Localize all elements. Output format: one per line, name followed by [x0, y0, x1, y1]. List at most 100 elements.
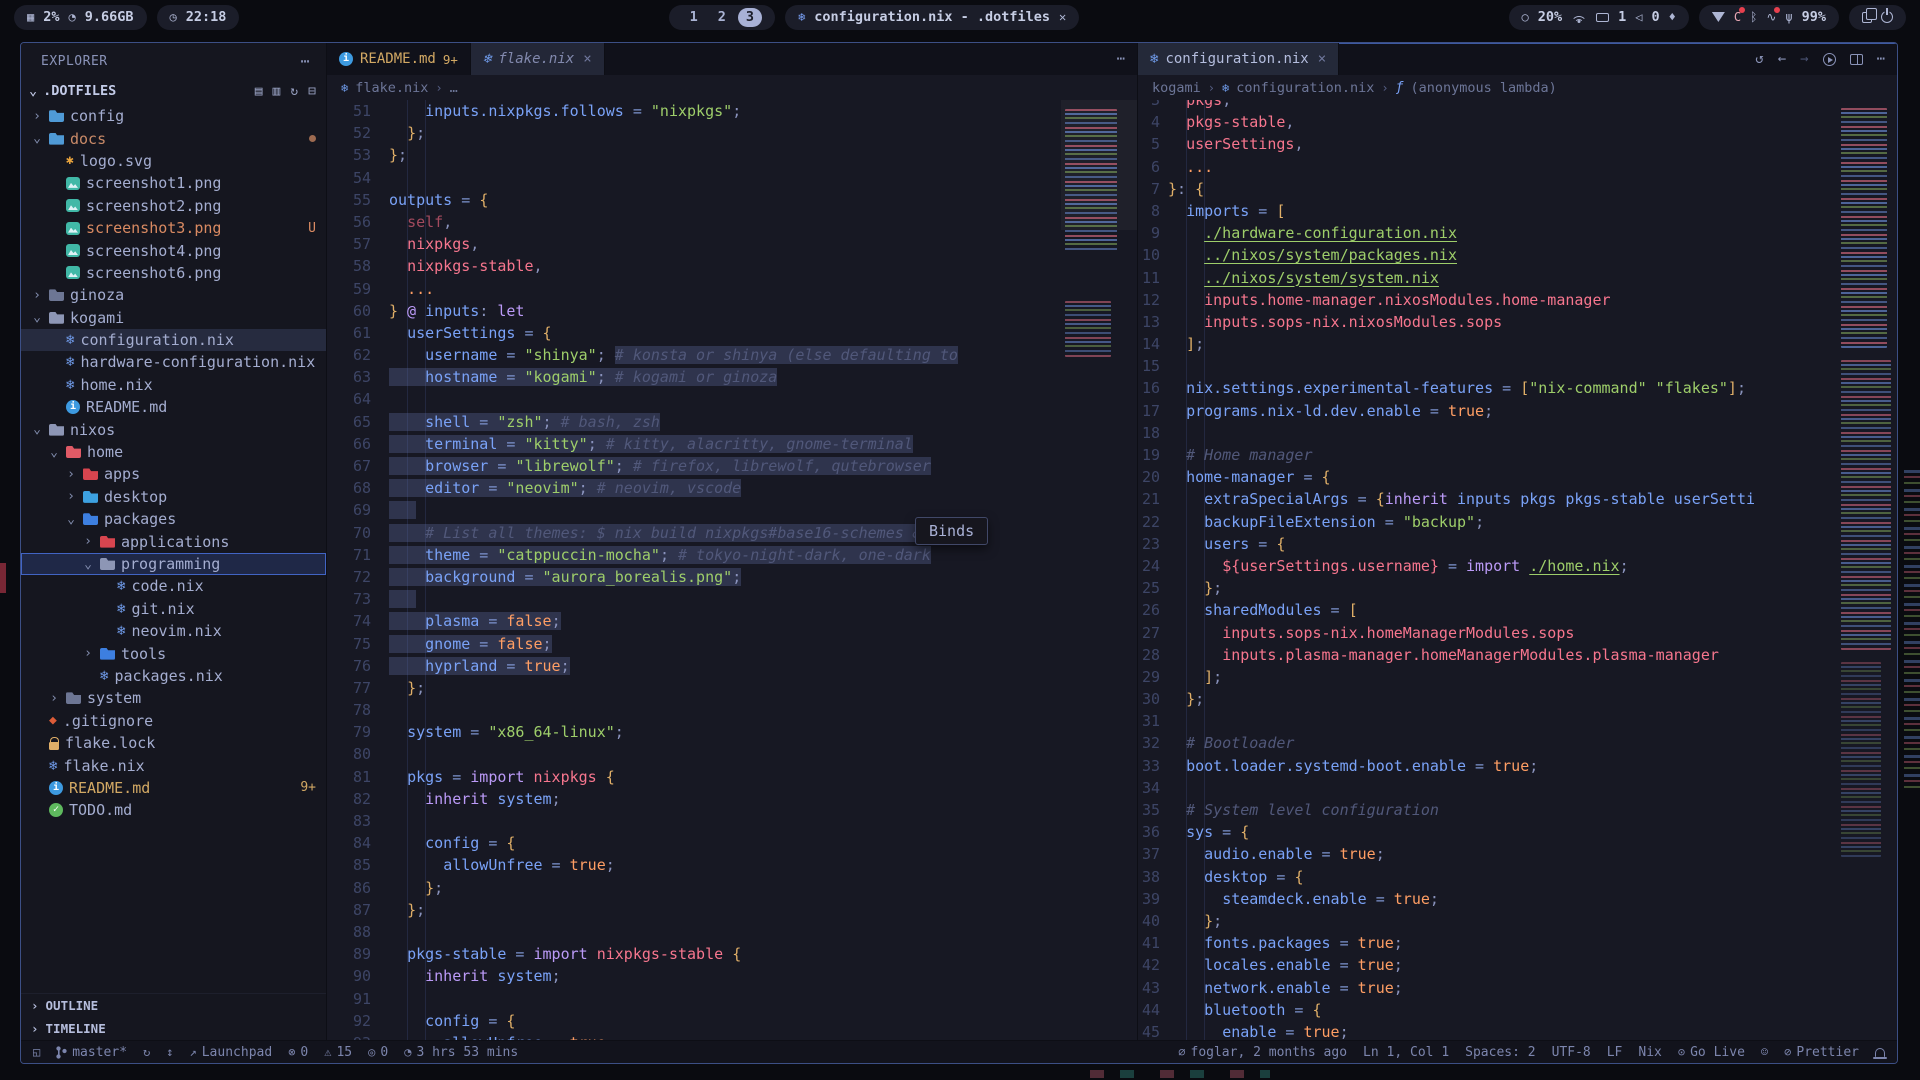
status-language-mode[interactable]: Nix: [1638, 1045, 1661, 1060]
tab-flake-nix[interactable]: ❄ flake.nix ×: [471, 43, 605, 75]
tree-item-.gitignore[interactable]: ◆.gitignore: [21, 710, 326, 732]
code-line[interactable]: 61 userSettings = {: [327, 322, 1137, 344]
tree-item-flake.nix[interactable]: ❄flake.nix: [21, 754, 326, 776]
go-forward-icon[interactable]: →: [1800, 51, 1808, 67]
code-line[interactable]: 10 ../nixos/system/packages.nix: [1138, 244, 1897, 266]
code-line[interactable]: 3 pkgs,: [1138, 100, 1897, 111]
code-line[interactable]: 32 # Bootloader: [1138, 732, 1897, 754]
breadcrumb-folder[interactable]: kogami: [1152, 80, 1201, 96]
tree-item-system[interactable]: ›system: [21, 687, 326, 709]
tab-configuration-nix[interactable]: ❄ configuration.nix ×: [1138, 43, 1339, 75]
code-line[interactable]: 51 inputs.nixpkgs.follows = "nixpkgs";: [327, 100, 1137, 122]
tree-item-packages[interactable]: ⌄packages: [21, 508, 326, 530]
tree-item-todo.md[interactable]: ✓TODO.md: [21, 799, 326, 821]
code-line[interactable]: 56 self,: [327, 211, 1137, 233]
status-eol[interactable]: LF: [1607, 1045, 1623, 1060]
code-line[interactable]: 33 boot.loader.systemd-boot.enable = tru…: [1138, 755, 1897, 777]
code-line[interactable]: 83: [327, 810, 1137, 832]
code-line[interactable]: 16 nix.settings.experimental-features = …: [1138, 377, 1897, 399]
code-line[interactable]: 17 programs.nix-ld.dev.enable = true;: [1138, 400, 1897, 422]
code-line[interactable]: 87 };: [327, 899, 1137, 921]
tree-item-applications[interactable]: ›applications: [21, 530, 326, 552]
tree-item-home.nix[interactable]: ❄home.nix: [21, 374, 326, 396]
code-line[interactable]: 54: [327, 167, 1137, 189]
code-line[interactable]: 65 shell = "zsh"; # bash, zsh: [327, 411, 1137, 433]
new-folder-icon[interactable]: ▥: [273, 84, 281, 99]
code-line[interactable]: 8 imports = [: [1138, 200, 1897, 222]
code-line[interactable]: 73: [327, 588, 1137, 610]
code-line[interactable]: 57 nixpkgs,: [327, 233, 1137, 255]
outline-section[interactable]: › OUTLINE: [21, 994, 326, 1017]
tree-item-neovim.nix[interactable]: ❄neovim.nix: [21, 620, 326, 642]
status-git-blame[interactable]: ⌀foglar, 2 months ago: [1178, 1045, 1347, 1060]
code-line[interactable]: 60} @ inputs: let: [327, 300, 1137, 322]
code-line[interactable]: 5 userSettings,: [1138, 133, 1897, 155]
collapse-folders-icon[interactable]: ⊟: [308, 84, 316, 99]
code-line[interactable]: 14 ];: [1138, 333, 1897, 355]
code-line[interactable]: 66 terminal = "kitty"; # kitty, alacritt…: [327, 433, 1137, 455]
tree-item-docs[interactable]: ⌄docs: [21, 127, 326, 149]
code-line[interactable]: 74 plasma = false;: [327, 610, 1137, 632]
minimap[interactable]: [1061, 100, 1137, 1040]
code-line[interactable]: 84 config = {: [327, 832, 1137, 854]
code-line[interactable]: 15: [1138, 355, 1897, 377]
status-git-branch[interactable]: master*: [56, 1045, 127, 1060]
tree-item-logo.svg[interactable]: ✱logo.svg: [21, 150, 326, 172]
tree-item-screenshot6.png[interactable]: screenshot6.png: [21, 262, 326, 284]
code-line[interactable]: 29 ];: [1138, 666, 1897, 688]
code-line[interactable]: 25 };: [1138, 577, 1897, 599]
code-line[interactable]: 82 inherit system;: [327, 788, 1137, 810]
refresh-explorer-icon[interactable]: ↻: [290, 84, 298, 99]
code-line[interactable]: 40 };: [1138, 910, 1897, 932]
code-line[interactable]: 9 ./hardware-configuration.nix: [1138, 222, 1897, 244]
split-editor-icon[interactable]: [1850, 54, 1863, 65]
code-line[interactable]: 18: [1138, 422, 1897, 444]
status-encoding[interactable]: UTF-8: [1552, 1045, 1591, 1060]
close-tab-icon[interactable]: ×: [583, 51, 591, 67]
tree-item-flake.lock[interactable]: flake.lock: [21, 732, 326, 754]
go-back-icon[interactable]: ←: [1778, 51, 1786, 67]
code-line[interactable]: 69: [327, 499, 1137, 521]
code-area-flake[interactable]: 51 inputs.nixpkgs.follows = "nixpkgs";52…: [327, 100, 1137, 1040]
status-warnings[interactable]: ⚠15: [324, 1045, 352, 1060]
code-line[interactable]: 13 inputs.sops-nix.nixosModules.sops: [1138, 311, 1897, 333]
code-line[interactable]: 64: [327, 388, 1137, 410]
code-line[interactable]: 6 ...: [1138, 156, 1897, 178]
tree-item-packages.nix[interactable]: ❄packages.nix: [21, 665, 326, 687]
tree-item-screenshot2.png[interactable]: screenshot2.png: [21, 195, 326, 217]
workspace-1[interactable]: 1: [682, 8, 706, 27]
code-line[interactable]: 23 users = {: [1138, 533, 1897, 555]
code-line[interactable]: 39 steamdeck.enable = true;: [1138, 888, 1897, 910]
workspace-3[interactable]: 3: [738, 8, 762, 27]
new-file-icon[interactable]: ▤: [255, 84, 263, 99]
code-line[interactable]: 11 ../nixos/system/system.nix: [1138, 267, 1897, 289]
status-git-stash[interactable]: ↕: [166, 1045, 173, 1060]
code-line[interactable]: 68 editor = "neovim"; # neovim, vscode: [327, 477, 1137, 499]
tree-item-hardware-configuration.nix[interactable]: ❄hardware-configuration.nix: [21, 351, 326, 373]
status-indentation[interactable]: Spaces: 2: [1465, 1045, 1535, 1060]
breadcrumb-symbol[interactable]: (anonymous lambda): [1410, 80, 1556, 96]
code-line[interactable]: 58 nixpkgs-stable,: [327, 255, 1137, 277]
session-widget[interactable]: [1849, 5, 1906, 30]
explorer-more-actions-icon[interactable]: ⋯: [300, 52, 310, 70]
tree-item-programming[interactable]: ⌄programming: [21, 553, 326, 575]
code-line[interactable]: 62 username = "shinya"; # konsta or shin…: [327, 344, 1137, 366]
close-tab-icon[interactable]: ×: [1318, 51, 1326, 67]
status-go-live[interactable]: ⊙Go Live: [1678, 1045, 1745, 1060]
status-coding-time[interactable]: ◔3 hrs 53 mins: [404, 1045, 518, 1060]
status-remote-window[interactable]: ◱: [33, 1045, 40, 1060]
tree-item-tools[interactable]: ›tools: [21, 642, 326, 664]
code-line[interactable]: 19 # Home manager: [1138, 444, 1897, 466]
tree-item-desktop[interactable]: ›desktop: [21, 486, 326, 508]
clock-widget[interactable]: ◷ 22:18: [157, 5, 240, 30]
code-line[interactable]: 41 fonts.packages = true;: [1138, 932, 1897, 954]
tray-widget[interactable]: C ᛒ ∿ ψ 99%: [1699, 5, 1839, 30]
code-line[interactable]: 78: [327, 699, 1137, 721]
status-git-sync[interactable]: ↻: [143, 1045, 150, 1060]
code-line[interactable]: 52 };: [327, 122, 1137, 144]
workspace-section-header[interactable]: ⌄ .DOTFILES ▤ ▥ ↻ ⊟: [21, 79, 326, 103]
status-errors[interactable]: ⊗0: [288, 1045, 308, 1060]
tree-item-config[interactable]: ›config: [21, 105, 326, 127]
breadcrumb-symbol[interactable]: …: [450, 80, 458, 96]
history-icon[interactable]: ↺: [1755, 51, 1763, 67]
